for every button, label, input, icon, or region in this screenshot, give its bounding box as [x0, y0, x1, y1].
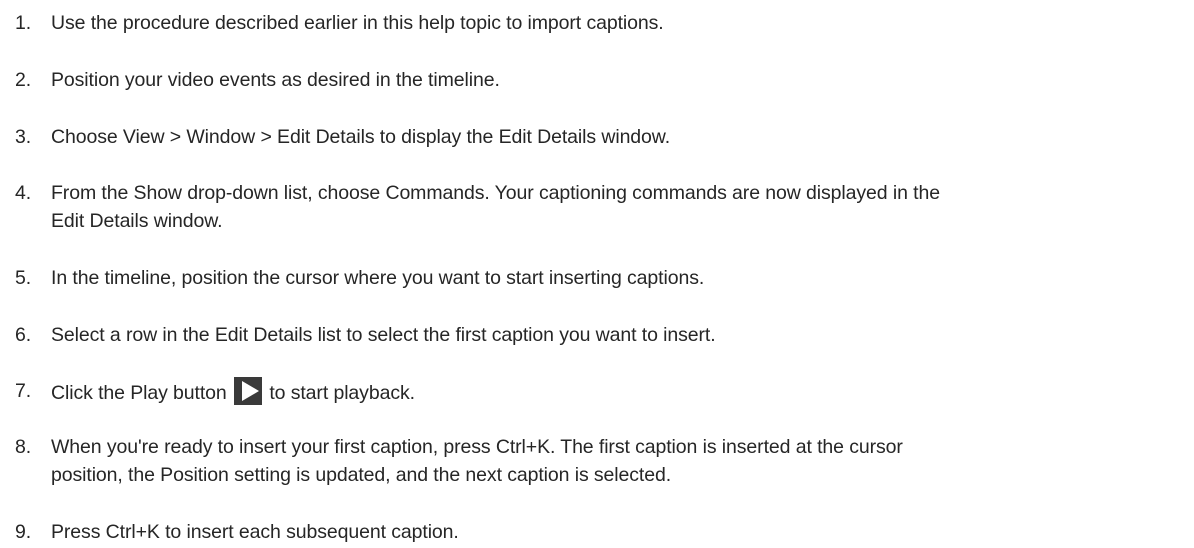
step-4: 4. From the Show drop-down list, choose …: [0, 179, 1180, 235]
step-number: 6.: [15, 324, 32, 346]
step-text-before: Click the Play button: [51, 382, 227, 404]
step-number: 7.: [15, 380, 32, 402]
step-number: 4.: [15, 182, 32, 204]
step-text: From the Show drop-down list, choose Com…: [51, 179, 1181, 235]
step-text: Use the procedure described earlier in t…: [51, 12, 664, 34]
step-text: Position your video events as desired in…: [51, 69, 500, 91]
step-text-after: to start playback.: [269, 382, 415, 404]
step-number: 3.: [15, 126, 32, 148]
step-number: 1.: [15, 12, 32, 34]
step-number: 2.: [15, 69, 32, 91]
play-icon: [234, 377, 262, 405]
step-text: Press Ctrl+K to insert each subsequent c…: [51, 521, 459, 543]
step-number: 5.: [15, 267, 32, 289]
step-text-line: When you're ready to insert your first c…: [51, 436, 903, 458]
step-text: Choose View > Window > Edit Details to d…: [51, 126, 671, 148]
step-text: When you're ready to insert your first c…: [51, 433, 1181, 489]
step-8: 8. When you're ready to insert your firs…: [0, 433, 1180, 489]
step-text: In the timeline, position the cursor whe…: [51, 267, 705, 289]
step-number: 9.: [15, 521, 32, 543]
step-text: Select a row in the Edit Details list to…: [51, 324, 716, 346]
step-text: Click the Play button to start playback.: [51, 377, 1181, 407]
step-text-line: From the Show drop-down list, choose Com…: [51, 182, 940, 204]
step-text-line: Edit Details window.: [51, 210, 223, 232]
step-number: 8.: [15, 436, 32, 458]
step-text-line: position, the Position setting is update…: [51, 464, 672, 486]
